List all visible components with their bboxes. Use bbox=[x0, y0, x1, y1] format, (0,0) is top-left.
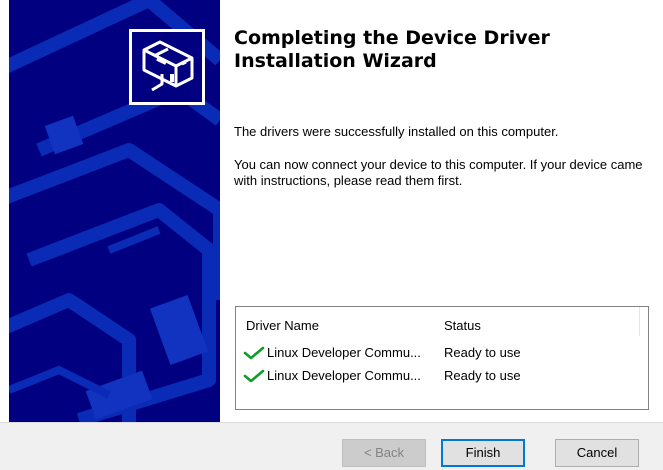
driver-name: Linux Developer Commu... bbox=[267, 368, 421, 383]
driver-status: Ready to use bbox=[444, 345, 521, 360]
driver-name: Linux Developer Commu... bbox=[267, 345, 421, 360]
finish-button[interactable]: Finish bbox=[441, 439, 525, 467]
success-message: The drivers were successfully installed … bbox=[234, 124, 559, 139]
wizard-content: Completing the Device Driver Installatio… bbox=[234, 0, 654, 422]
instructions-message: You can now connect your device to this … bbox=[234, 157, 643, 188]
wizard-side-banner bbox=[9, 0, 220, 422]
list-item[interactable]: Linux Developer Commu... Ready to use bbox=[236, 367, 648, 385]
checkmark-icon bbox=[243, 369, 265, 383]
list-header: Driver Name Status bbox=[236, 315, 648, 335]
driver-installation-wizard: Completing the Device Driver Installatio… bbox=[0, 0, 663, 470]
list-item[interactable]: Linux Developer Commu... Ready to use bbox=[236, 344, 648, 362]
page-title: Completing the Device Driver Installatio… bbox=[234, 27, 550, 72]
driver-status: Ready to use bbox=[444, 368, 521, 383]
device-driver-logo bbox=[129, 29, 205, 105]
column-header-status[interactable]: Status bbox=[444, 318, 481, 333]
header-divider bbox=[639, 307, 640, 336]
checkmark-icon bbox=[243, 346, 265, 360]
driver-list[interactable]: Driver Name Status Linux Developer Commu… bbox=[235, 306, 649, 410]
cancel-button[interactable]: Cancel bbox=[555, 439, 639, 467]
wizard-footer: < Back Finish Cancel bbox=[0, 422, 663, 470]
column-header-driver-name[interactable]: Driver Name bbox=[246, 318, 319, 333]
pci-card-icon bbox=[142, 40, 194, 92]
back-button[interactable]: < Back bbox=[342, 439, 426, 467]
